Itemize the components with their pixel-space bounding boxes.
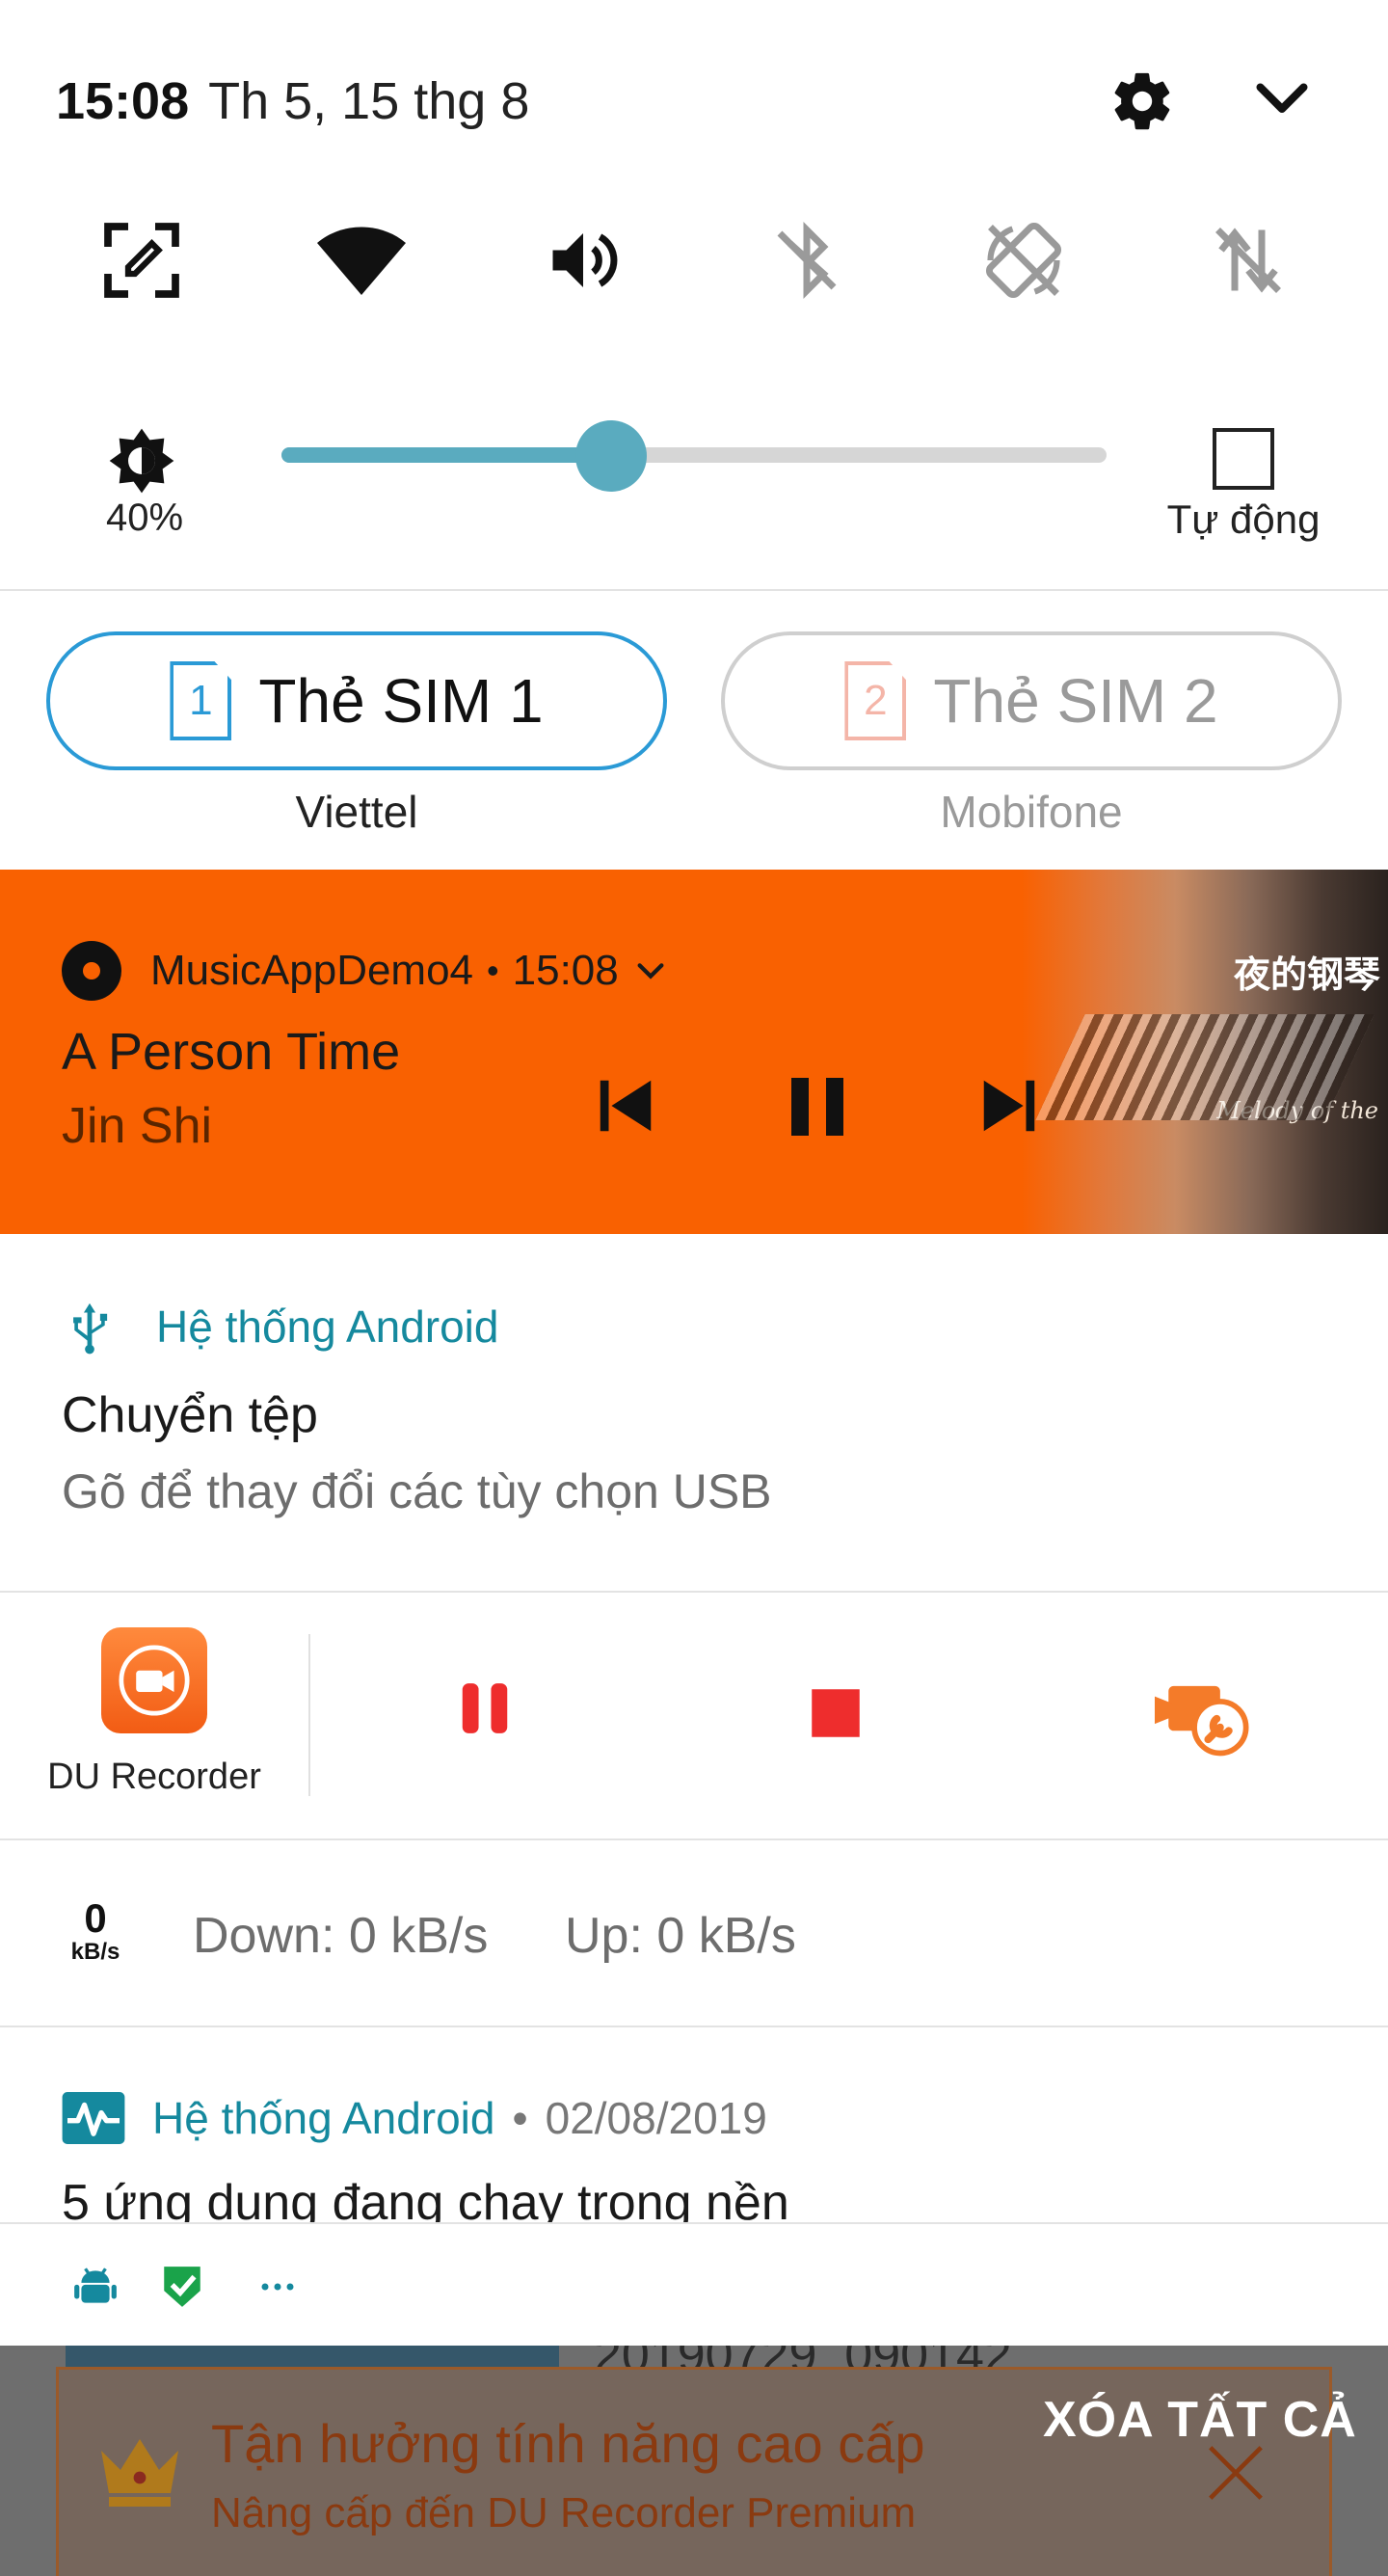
pause-icon[interactable] [783, 1072, 852, 1141]
date[interactable]: Th 5, 15 thg 8 [208, 71, 529, 131]
running-apps-date: 02/08/2019 [545, 2093, 767, 2143]
music-disc-icon [62, 941, 121, 1001]
auto-brightness-checkbox[interactable] [1213, 428, 1274, 490]
net-speed-icon: 0 kB/s [60, 1897, 131, 1965]
verified-check-icon[interactable] [158, 2263, 206, 2311]
recorder-tools-icon[interactable] [1155, 1676, 1251, 1758]
sim-2-carrier: Mobifone [940, 787, 1123, 837]
brightness-percent: 40% [105, 496, 184, 539]
activity-graph-icon [62, 2092, 125, 2144]
header-separator: • [487, 951, 499, 990]
usb-notification-title: Chuyển tệp [62, 1387, 318, 1443]
album-art: 夜的钢琴 Melody of the [1022, 870, 1388, 1234]
quick-settings-panel: 15:08 Th 5, 15 thg 8 40% Tự động [0, 0, 1388, 590]
running-apps-header[interactable]: Hệ thống Android • 02/08/2019 [62, 2092, 767, 2144]
music-time: 15:08 [512, 947, 619, 994]
usb-notification-app: Hệ thống Android [156, 1301, 499, 1352]
clear-all-button[interactable]: XÓA TẤT CẢ [1043, 2391, 1357, 2449]
camera-record-icon [119, 1645, 190, 1716]
header-separator: • [512, 2093, 528, 2143]
more-dots-icon[interactable] [260, 2280, 295, 2294]
divider [0, 1838, 1388, 1840]
promo-subtitle: Nâng cấp đến DU Recorder Premium [211, 2489, 917, 2536]
divider [0, 1591, 1388, 1593]
auto-brightness-label: Tự động [1166, 496, 1321, 542]
brightness-slider[interactable] [281, 447, 1107, 463]
bluetooth-off-icon[interactable] [754, 202, 860, 318]
sim-2-label: Thẻ SIM 2 [933, 666, 1218, 736]
du-recorder-logo[interactable] [101, 1627, 207, 1733]
download-speed: Down: 0 kB/s [193, 1908, 489, 1964]
brightness-slider-fill [281, 447, 611, 463]
brightness-slider-thumb[interactable] [575, 420, 647, 492]
album-art-title: 夜的钢琴 [1233, 953, 1380, 996]
clock: 15:08 [56, 72, 190, 130]
sim-card-icon: 2 [844, 661, 907, 740]
track-artist: Jin Shi [62, 1098, 213, 1154]
status-row: 15:08 Th 5, 15 thg 8 [56, 67, 529, 135]
chevron-down-icon[interactable] [1253, 75, 1311, 123]
running-apps-source: Hệ thống Android [152, 2093, 495, 2143]
quick-tiles-row [0, 202, 1388, 318]
net-speed-value: 0 [84, 1895, 107, 1941]
expand-chevron-icon[interactable] [634, 959, 667, 982]
mobile-data-off-icon[interactable] [1195, 202, 1301, 318]
sim-2-button[interactable]: 2 Thẻ SIM 2 [721, 631, 1342, 770]
upload-speed: Up: 0 kB/s [565, 1908, 796, 1964]
dimmed-background: 20190729_090142 Tận hưởng tính năng cao … [0, 2346, 1388, 2576]
album-art-subtitle: Melody of the [1216, 1097, 1378, 1124]
brightness-icon [109, 428, 174, 494]
du-recorder-label: DU Recorder [47, 1757, 261, 1797]
wifi-icon[interactable] [308, 202, 414, 318]
usb-icon [73, 1302, 108, 1355]
android-debug-icon[interactable] [71, 2263, 120, 2311]
settings-gear-icon[interactable] [1108, 67, 1176, 135]
running-apps-title-clip: 5 ứng dụng đang chạy trong nền [0, 2174, 1388, 2224]
skip-previous-icon[interactable] [590, 1072, 661, 1140]
recording-stop-icon[interactable] [810, 1687, 862, 1739]
screen-edit-icon[interactable] [89, 202, 195, 318]
auto-rotate-off-icon[interactable] [971, 202, 1077, 318]
music-app-name: MusicAppDemo4 [150, 947, 474, 994]
music-notification[interactable]: 夜的钢琴 Melody of the MusicAppDemo4 • 15:08… [0, 870, 1388, 1234]
usb-notification-header[interactable]: Hệ thống Android [62, 1297, 499, 1356]
promo-title: Tận hưởng tính năng cao cấp [211, 2413, 925, 2474]
net-speed-unit: kB/s [70, 1939, 120, 1965]
usb-notification-subtitle: Gõ để thay đổi các tùy chọn USB [62, 1464, 772, 1518]
sim-1-button[interactable]: 1 Thẻ SIM 1 [46, 631, 667, 770]
skip-next-icon[interactable] [974, 1072, 1045, 1140]
running-apps-title[interactable]: 5 ứng dụng đang chạy trong nền [62, 2174, 789, 2224]
notification-action-bar [0, 2222, 1388, 2346]
track-title: A Person Time [62, 1023, 401, 1081]
music-app-header: MusicAppDemo4 • 15:08 [62, 941, 667, 1001]
divider [308, 1634, 310, 1796]
close-icon [1209, 2446, 1263, 2500]
sim-1-carrier: Viettel [295, 787, 418, 837]
divider [0, 2026, 1388, 2027]
volume-icon[interactable] [530, 202, 636, 318]
sim-card-icon: 1 [170, 661, 232, 740]
divider [0, 589, 1388, 591]
recording-pause-icon[interactable] [455, 1677, 515, 1739]
sim-1-label: Thẻ SIM 1 [258, 666, 544, 736]
crown-icon [101, 2439, 178, 2507]
